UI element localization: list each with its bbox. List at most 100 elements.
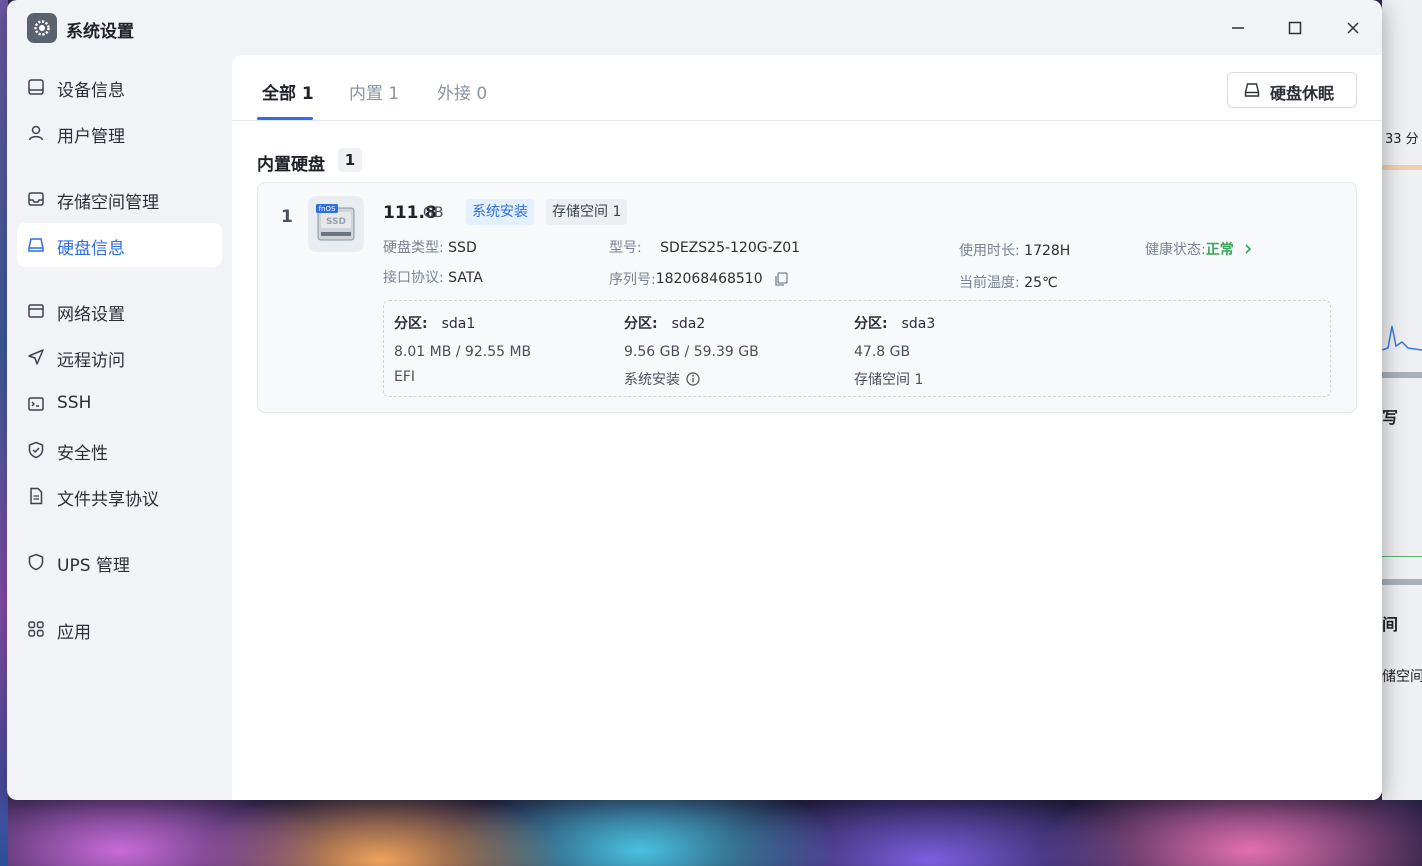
- disk-card[interactable]: 1 SSD fnOS 111.8 GB 系统安装 存储空间 1 硬盘类型: SS…: [257, 182, 1357, 413]
- tag-system-install: 系统安装: [466, 199, 534, 225]
- info-icon[interactable]: [686, 372, 700, 386]
- widget-bar: [1382, 579, 1422, 585]
- sidebar-item-label: SSH: [57, 393, 92, 413]
- sidebar-item-disk-info[interactable]: 硬盘信息: [17, 223, 222, 267]
- sidebar-item-device-info[interactable]: 设备信息: [17, 65, 222, 109]
- sidebar-item-file-sharing[interactable]: 文件共享协议: [17, 474, 222, 518]
- widget-bar: [1382, 165, 1422, 170]
- partition-item: 分区: sda1 8.01 MB / 92.55 MB EFI: [394, 313, 594, 385]
- window-title: 系统设置: [66, 22, 134, 42]
- sidebar-item-label: 网络设置: [57, 305, 125, 325]
- disk-index: 1: [281, 207, 293, 227]
- sidebar-item-security[interactable]: 安全性: [17, 428, 222, 472]
- disk-model-label: 型号:: [609, 240, 642, 256]
- disk-serial: 序列号: 182068468510: [609, 269, 789, 289]
- widget-text: 33 分: [1385, 132, 1419, 147]
- settings-window: 系统设置 设备信息 用户管理 存储空间管理 硬盘信息 网络设置 远程访问 SSH…: [7, 0, 1382, 800]
- network-icon: [28, 304, 44, 318]
- sidebar: 设备信息 用户管理 存储空间管理 硬盘信息 网络设置 远程访问 SSH 安全性: [7, 55, 232, 800]
- sidebar-item-users[interactable]: 用户管理: [17, 111, 222, 155]
- file-icon: [30, 487, 43, 505]
- widget-line: [1382, 556, 1422, 557]
- disk-health-label: 健康状态:: [1145, 242, 1206, 258]
- terminal-icon: [28, 397, 44, 411]
- partition-id: sda2: [671, 316, 706, 332]
- partition-label: 分区:: [624, 316, 658, 332]
- main-panel: 全部 1 内置 1 外接 0 硬盘休眠 内置硬盘 1 1 SSD fnOS 11…: [232, 55, 1382, 800]
- close-button[interactable]: [1338, 14, 1368, 42]
- sidebar-item-label: 硬盘信息: [57, 239, 125, 259]
- partition-usage-text: 存储空间 1: [854, 372, 924, 388]
- tab-bar: 全部 1 内置 1 外接 0 硬盘休眠: [232, 55, 1382, 121]
- disk-type: 硬盘类型: SSD: [383, 237, 477, 257]
- partition-label: 分区:: [854, 316, 888, 332]
- sidebar-item-label: 安全性: [57, 444, 108, 464]
- copy-icon[interactable]: [773, 271, 789, 287]
- disk-sleep-label: 硬盘休眠: [1270, 84, 1335, 103]
- partition-id: sda3: [901, 316, 936, 332]
- widget-bar: [1382, 372, 1422, 378]
- sidebar-item-network[interactable]: 网络设置: [17, 289, 222, 333]
- desktop-widget-right: 33 分 写 间 储空间1: [1382, 0, 1422, 800]
- partition-name: 分区: sda3: [854, 313, 1054, 333]
- partition-size: 8.01 MB / 92.55 MB: [394, 344, 532, 360]
- disk-uptime: 使用时长: 1728H: [959, 240, 1070, 260]
- partition-usage-text: EFI: [394, 369, 416, 385]
- disk-interface-value: SATA: [448, 270, 483, 286]
- disk-temperature: 当前温度: 25℃: [959, 272, 1058, 292]
- sidebar-item-label: 文件共享协议: [57, 490, 159, 510]
- partition-usage: 存储空间 1: [854, 369, 1054, 389]
- chevron-right-icon: [1245, 244, 1251, 254]
- disk-temperature-label: 当前温度:: [959, 275, 1020, 291]
- partition-id: sda1: [441, 316, 476, 332]
- sidebar-item-apps[interactable]: 应用: [17, 607, 222, 651]
- disk-serial-label: 序列号:: [609, 272, 656, 288]
- disk-health[interactable]: 健康状态: 正常: [1145, 239, 1254, 259]
- section-count-badge: 1: [338, 148, 362, 172]
- close-icon: [1347, 22, 1359, 34]
- shield-icon: [28, 553, 44, 571]
- minimize-button[interactable]: [1223, 14, 1253, 42]
- maximize-button[interactable]: [1280, 14, 1310, 42]
- disk-health-value: 正常: [1205, 242, 1234, 258]
- widget-text: 储空间1: [1382, 669, 1422, 685]
- widget-text: 间: [1382, 615, 1399, 634]
- disk-type-value: SSD: [448, 240, 477, 256]
- sidebar-item-ssh[interactable]: SSH: [17, 382, 222, 426]
- disk-icon: [1244, 83, 1260, 97]
- disk-icon: [28, 238, 44, 252]
- partition-name: 分区: sda2: [624, 313, 824, 333]
- tab-all[interactable]: 全部 1: [262, 79, 314, 104]
- partition-item: 分区: sda3 47.8 GB 存储空间 1: [854, 313, 1054, 389]
- partition-name: 分区: sda1: [394, 313, 594, 333]
- send-icon: [28, 349, 44, 365]
- shield-check-icon: [28, 441, 44, 459]
- sidebar-item-storage[interactable]: 存储空间管理: [17, 177, 222, 221]
- disk-interface: 接口协议: SATA: [383, 267, 483, 287]
- disk-model-value: SDEZS25-120G-Z01: [660, 240, 801, 256]
- disk-size-unit: GB: [423, 205, 444, 221]
- ssd-icon: SSD fnOS: [308, 196, 364, 252]
- tab-active-indicator: [257, 117, 313, 120]
- sidebar-item-label: 设备信息: [57, 81, 125, 101]
- sidebar-item-label: 存储空间管理: [57, 193, 159, 213]
- tab-internal[interactable]: 内置 1: [349, 79, 399, 104]
- sidebar-item-ups[interactable]: UPS 管理: [17, 540, 222, 584]
- sidebar-item-label: 远程访问: [57, 351, 125, 371]
- sidebar-item-label: 用户管理: [57, 127, 125, 147]
- partition-size: 9.56 GB / 59.39 GB: [624, 344, 759, 360]
- sidebar-item-remote-access[interactable]: 远程访问: [17, 335, 222, 379]
- disk-type-label: 硬盘类型:: [383, 240, 444, 256]
- tag-storage-space: 存储空间 1: [546, 199, 628, 225]
- tab-external[interactable]: 外接 0: [437, 79, 487, 104]
- gear-icon: [27, 13, 57, 43]
- disk-sleep-button[interactable]: 硬盘休眠: [1227, 72, 1357, 108]
- ssd-text: SSD: [326, 217, 346, 227]
- disk-uptime-label: 使用时长:: [959, 243, 1020, 259]
- fnos-badge: fnOS: [319, 205, 336, 213]
- disk-uptime-value: 1728H: [1024, 243, 1071, 259]
- section-title: 内置硬盘: [257, 155, 325, 175]
- partition-item: 分区: sda2 9.56 GB / 59.39 GB 系统安装: [624, 313, 824, 389]
- disk-interface-label: 接口协议:: [383, 270, 444, 286]
- title-bar[interactable]: 系统设置: [7, 0, 1382, 55]
